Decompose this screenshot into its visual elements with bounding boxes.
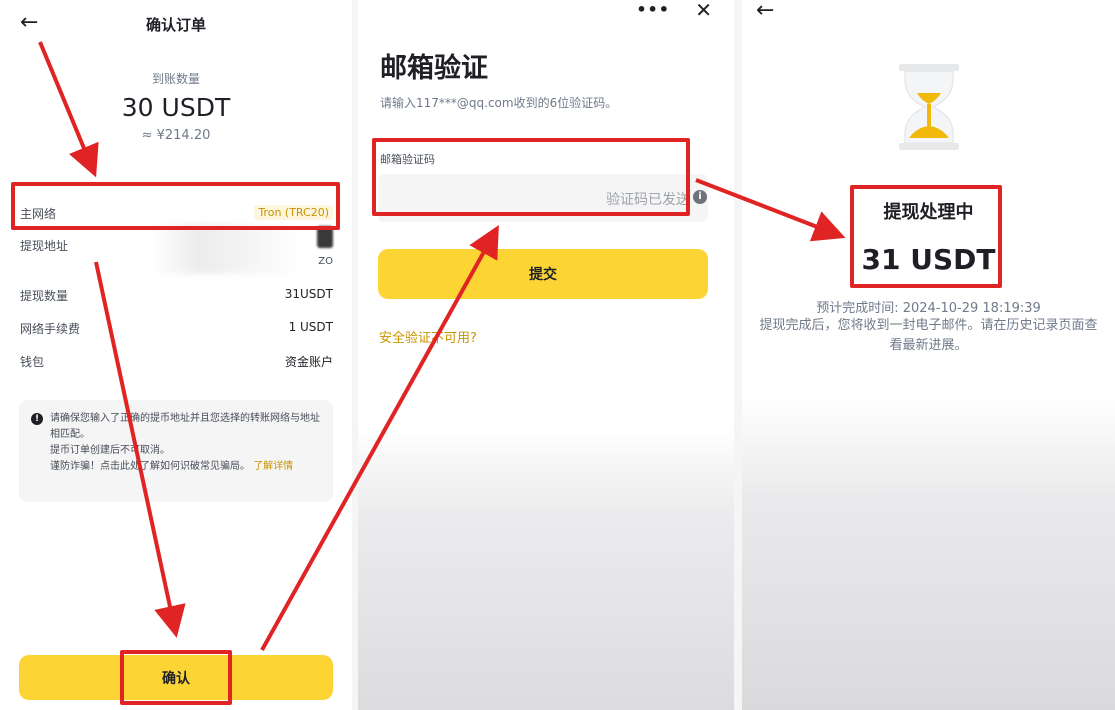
notice-line-1: 请确保您输入了正确的提币地址并且您选择的转账网络与地址相匹配。: [50, 413, 320, 440]
network-value: Tron (TRC20): [254, 205, 333, 220]
network-badge: Tron (TRC20): [254, 205, 333, 220]
address-label: 提现地址: [20, 239, 69, 253]
email-code-label: 邮箱验证码: [380, 153, 435, 166]
address-blurred: [150, 224, 300, 274]
close-icon[interactable]: ✕: [695, 0, 712, 22]
submit-button[interactable]: 提交: [378, 249, 708, 299]
more-icon[interactable]: •••: [636, 0, 670, 19]
learn-more-link[interactable]: 了解详情: [253, 461, 293, 472]
processing-title: 提现处理中: [883, 202, 974, 223]
verification-unavailable-link[interactable]: 安全验证不可用?: [379, 327, 477, 346]
withdrawal-processing-screen: ← 提现处理中 31 USDT 预计完成时间: 2024-10-29 18:19…: [742, 0, 1115, 710]
address-suffix: ZO: [318, 256, 333, 267]
receive-amount-label: 到账数量: [151, 72, 200, 86]
confirm-order-screen: ← 确认订单 到账数量 30 USDT ≈ ¥214.20 主网络 Tron (…: [0, 0, 352, 710]
estimated-completion-time: 预计完成时间: 2024-10-29 18:19:39: [816, 301, 1041, 316]
amount-value: 31USDT: [284, 287, 333, 301]
network-label: 主网络: [20, 207, 57, 221]
address-thumbnail: [317, 226, 333, 248]
wallet-value: 资金账户: [284, 355, 333, 369]
notice-line-2: 提币订单创建后不可取消。: [50, 445, 170, 456]
page-title: 确认订单: [145, 16, 206, 34]
wallet-label: 钱包: [20, 355, 45, 369]
back-arrow-icon[interactable]: ←: [756, 0, 774, 22]
notice-line-3: 谨防诈骗！点击此处了解如何识破常见骗局。: [50, 461, 250, 472]
email-verification-screen: ••• ✕ 邮箱验证 请输入117***@qq.com收到的6位验证码。 邮箱验…: [358, 0, 734, 710]
confirm-button[interactable]: 确认: [19, 655, 333, 700]
notice-text: 请确保您输入了正确的提币地址并且您选择的转账网络与地址相匹配。 提币订单创建后不…: [50, 411, 325, 475]
processing-description: 提现完成后，您将收到一封电子邮件。请在历史记录页面查看最新进展。: [759, 318, 1098, 353]
panel-divider: [734, 0, 742, 710]
fee-value: 1 USDT: [288, 320, 333, 334]
fee-label: 网络手续费: [20, 322, 81, 336]
warning-icon: !: [31, 413, 43, 425]
receive-amount: 30 USDT: [121, 93, 231, 122]
code-sent-status: 验证码已发送: [606, 192, 690, 208]
info-icon[interactable]: i: [693, 190, 707, 204]
amount-label: 提现数量: [20, 289, 69, 303]
hourglass-icon: [899, 64, 959, 150]
processing-amount: 31 USDT: [861, 243, 996, 276]
page-title: 邮箱验证: [380, 53, 488, 84]
receive-fiat-value: ≈ ¥214.20: [141, 128, 211, 143]
verification-description: 请输入117***@qq.com收到的6位验证码。: [380, 96, 618, 110]
